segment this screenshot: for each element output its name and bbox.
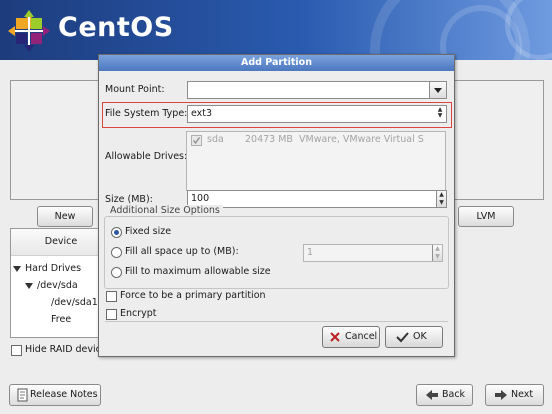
drive-model: VMware, VMware Virtual S bbox=[299, 134, 424, 145]
header-banner: CentOS bbox=[0, 0, 552, 60]
updown-arrows-icon: ▲ ▼ bbox=[437, 106, 443, 119]
mount-point-dropdown-button[interactable] bbox=[429, 82, 446, 98]
spin-arrows-icon[interactable]: ▲ ▼ bbox=[436, 191, 446, 207]
new-button[interactable]: New bbox=[37, 206, 93, 227]
size-label: Size (MB): bbox=[105, 194, 153, 205]
brand-name: CentOS bbox=[58, 12, 174, 43]
primary-partition-checkbox[interactable] bbox=[106, 291, 117, 302]
hide-raid-checkbox[interactable] bbox=[11, 345, 22, 356]
allowable-drives-list[interactable]: sda 20473 MB VMware, VMware Virtual S bbox=[186, 131, 446, 191]
lvm-button[interactable]: LVM bbox=[458, 206, 514, 227]
fixed-size-radio[interactable] bbox=[111, 227, 122, 238]
drive-name: sda bbox=[207, 134, 224, 145]
arrow-right-icon bbox=[495, 389, 507, 400]
fill-max-radio[interactable] bbox=[111, 267, 122, 278]
back-button[interactable]: Back bbox=[416, 384, 473, 406]
dialog-separator bbox=[105, 321, 448, 322]
close-icon bbox=[330, 331, 340, 342]
fill-up-to-spinbox[interactable]: 1 ▲ ▼ bbox=[303, 244, 443, 262]
fill-up-to-label: Fill all space up to (MB): bbox=[125, 246, 239, 257]
fs-type-value: ext3 bbox=[191, 108, 213, 119]
notes-icon bbox=[17, 388, 28, 401]
lvm-button-label: LVM bbox=[476, 211, 496, 222]
tree-row-label: /dev/sda1 bbox=[51, 297, 98, 308]
tree-row-label: Free bbox=[51, 314, 72, 325]
cancel-label: Cancel bbox=[345, 331, 378, 342]
tree-row-label: Hard Drives bbox=[25, 263, 82, 274]
next-label: Next bbox=[511, 389, 534, 400]
fill-max-label: Fill to maximum allowable size bbox=[125, 266, 271, 277]
size-options-title: Additional Size Options bbox=[107, 205, 223, 216]
release-notes-label: Release Notes bbox=[30, 389, 98, 400]
mount-point-label: Mount Point: bbox=[105, 84, 165, 95]
fs-type-label: File System Type: bbox=[105, 108, 188, 119]
drive-checkbox[interactable] bbox=[191, 135, 202, 146]
new-button-label: New bbox=[54, 211, 76, 222]
drive-size: 20473 MB bbox=[245, 134, 293, 145]
fill-up-to-value[interactable]: 1 bbox=[307, 246, 313, 260]
checkmark-icon bbox=[396, 331, 409, 342]
size-spinbox[interactable]: 100 ▲ ▼ bbox=[187, 190, 447, 208]
add-partition-dialog: Add Partition Mount Point: File System T… bbox=[98, 54, 455, 357]
back-label: Back bbox=[442, 389, 466, 400]
size-value[interactable]: 100 bbox=[191, 192, 209, 206]
next-button[interactable]: Next bbox=[485, 384, 544, 406]
expander-icon[interactable] bbox=[25, 282, 33, 289]
arrow-left-icon bbox=[426, 389, 438, 400]
cancel-button[interactable]: Cancel bbox=[322, 326, 380, 348]
checkmark-icon bbox=[192, 137, 201, 145]
hide-raid-label: Hide RAID devic bbox=[25, 344, 101, 355]
ok-button[interactable]: OK bbox=[385, 326, 443, 348]
tree-row[interactable]: Hard Drives bbox=[13, 261, 81, 277]
tree-row[interactable]: /dev/sda bbox=[25, 278, 78, 294]
fs-type-select[interactable]: ext3 ▲ ▼ bbox=[187, 105, 447, 123]
primary-partition-label: Force to be a primary partition bbox=[120, 290, 266, 301]
encrypt-label: Encrypt bbox=[120, 308, 157, 319]
tree-row[interactable]: Free bbox=[51, 312, 71, 328]
device-tree[interactable]: Device Hard Drives /dev/sda /dev/sda1 Fr… bbox=[10, 228, 112, 338]
mount-point-combo[interactable] bbox=[187, 81, 447, 99]
ok-label: OK bbox=[413, 331, 427, 342]
device-column-header[interactable]: Device bbox=[11, 229, 111, 256]
spin-arrows-icon[interactable]: ▲ ▼ bbox=[432, 245, 442, 261]
tree-row[interactable]: /dev/sda1 bbox=[51, 295, 98, 311]
dialog-title: Add Partition bbox=[99, 55, 454, 71]
expander-icon[interactable] bbox=[13, 265, 21, 272]
fixed-size-label: Fixed size bbox=[125, 226, 172, 237]
encrypt-checkbox[interactable] bbox=[106, 309, 117, 320]
fill-up-to-radio[interactable] bbox=[111, 247, 122, 258]
allowable-drives-label: Allowable Drives: bbox=[105, 151, 188, 162]
release-notes-button[interactable]: Release Notes bbox=[9, 384, 101, 406]
centos-logo-icon bbox=[8, 10, 50, 52]
tree-row-label: /dev/sda bbox=[37, 280, 78, 291]
chevron-down-icon bbox=[434, 88, 442, 93]
